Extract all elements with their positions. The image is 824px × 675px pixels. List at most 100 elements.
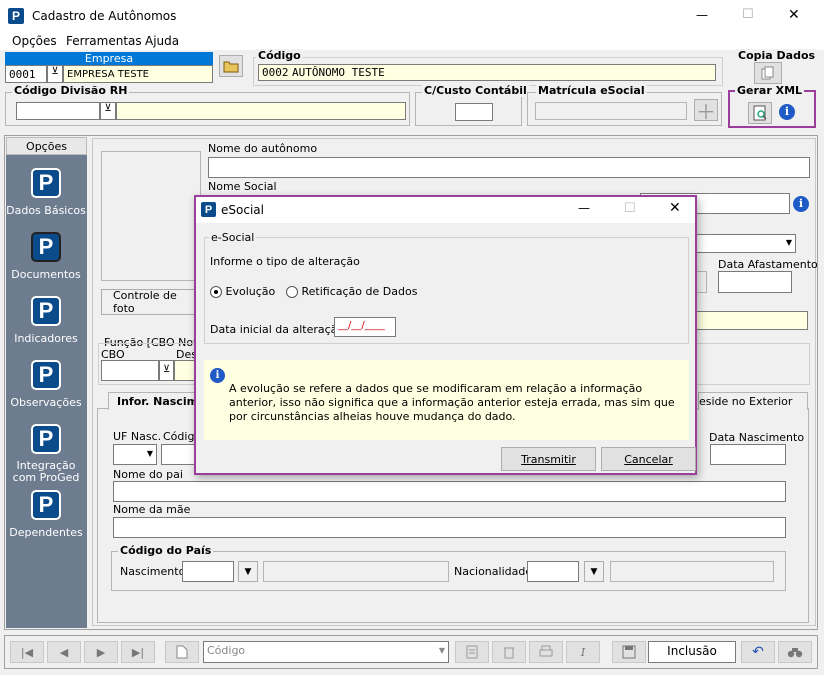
dialog-maximize-button[interactable]: ☐ [624, 201, 636, 216]
floppy-icon [622, 645, 636, 659]
menu-opcoes[interactable]: Opções [12, 34, 57, 48]
empresa-code-field[interactable]: 0001 [5, 65, 47, 83]
folder-icon [223, 61, 239, 73]
menu-ajuda[interactable]: Ajuda [145, 34, 179, 48]
find-button[interactable] [778, 641, 812, 663]
pais-label: Código do País [118, 544, 214, 557]
minimize-button[interactable]: — [696, 8, 708, 22]
nacionalidade-field[interactable] [527, 561, 579, 582]
dialog-minimize-button[interactable]: — [578, 201, 590, 215]
uf-label: UF Nasc. [113, 430, 162, 443]
controle-foto-button[interactable]: Controle de foto [101, 289, 201, 315]
nacionalidade-label: Nacionalidade [454, 565, 533, 578]
radio-selected-icon [210, 286, 222, 298]
search-code-field[interactable]: Código ▼ [203, 641, 449, 663]
proged-logo-icon: P [31, 168, 61, 198]
sidebar-item-documentos[interactable]: P Documentos [6, 232, 86, 281]
custo-label: C/Custo Contábil [422, 84, 529, 97]
chevron-down-icon: ▼ [785, 238, 792, 247]
register-icon [466, 645, 478, 659]
sidebar-item-dados-basicos[interactable]: P Dados Básicos [6, 168, 86, 217]
menu-bar: Opções Ferramentas Ajuda [0, 32, 824, 50]
sidebar-item-observacoes[interactable]: P Observações [6, 360, 86, 409]
next-record-button[interactable]: ▶ [84, 641, 118, 663]
maximize-button[interactable]: ☐ [742, 7, 754, 22]
copia-dados-button[interactable] [754, 62, 782, 84]
photo-box [101, 151, 201, 281]
divisao-rh-code-field[interactable] [16, 102, 100, 120]
register-button[interactable] [455, 641, 489, 663]
nome-social-info-icon[interactable]: i [793, 196, 809, 212]
save-button[interactable] [612, 641, 646, 663]
esocial-group-label: e-Social [209, 231, 257, 244]
cancel-button[interactable]: Cancelar [601, 447, 696, 471]
print-button[interactable] [529, 641, 563, 663]
date-input[interactable]: __/__/____ [334, 317, 396, 337]
dialog-prompt: Informe o tipo de alteração [210, 255, 360, 268]
pai-field[interactable] [113, 481, 786, 502]
nome-label: Nome do autônomo [208, 142, 318, 155]
matricula-label: Matrícula eSocial [536, 84, 647, 97]
sidebar-header: Opções [6, 137, 87, 155]
edit-button[interactable]: I [566, 641, 600, 663]
trash-icon [504, 647, 514, 659]
radio-retificacao[interactable]: Retificação de Dados [286, 285, 417, 298]
undo-button[interactable]: ↶ [741, 641, 775, 663]
prev-record-button[interactable]: ◀ [47, 641, 81, 663]
close-button[interactable]: ✕ [788, 7, 800, 23]
info-icon: i [210, 368, 225, 383]
last-record-button[interactable]: ▶| [121, 641, 155, 663]
radio-unselected-icon [286, 286, 298, 298]
proged-logo-icon: P [31, 490, 61, 520]
nome-social-label: Nome Social [208, 180, 277, 193]
proged-logo-icon: P [31, 232, 61, 262]
printer-icon [539, 645, 553, 657]
data-nascimento-label: Data Nascimento [709, 431, 805, 444]
data-nascimento-field[interactable] [710, 444, 786, 465]
pai-label: Nome do pai [113, 468, 183, 481]
xml-report-icon [753, 105, 767, 121]
new-document-button[interactable] [165, 641, 199, 663]
mae-field[interactable] [113, 517, 786, 538]
nome-field[interactable] [208, 157, 810, 178]
esocial-dialog: P eSocial — ☐ ✕ e-Social Informe o tipo … [194, 195, 697, 475]
gerar-xml-label: Gerar XML [735, 84, 805, 97]
chevron-down-icon: ▼ [438, 646, 445, 655]
nacionalidade-dropdown[interactable]: ▼ [584, 561, 604, 582]
situacao-select[interactable]: ▼ [690, 234, 796, 253]
info-text: A evolução se refere a dados que se modi… [229, 382, 675, 423]
cbo-lookup-icon[interactable]: ⊻ [159, 360, 174, 381]
sidebar-item-indicadores[interactable]: P Indicadores [6, 296, 86, 345]
dialog-title: eSocial [221, 203, 264, 217]
window-title: Cadastro de Autônomos [32, 9, 177, 23]
transmit-button[interactable]: Transmitir [501, 447, 596, 471]
pais-nascimento-field[interactable] [182, 561, 234, 582]
custo-field[interactable] [455, 103, 493, 121]
empresa-lookup-icon[interactable]: ⊻ [47, 65, 63, 83]
proged-logo-icon: P [31, 360, 61, 390]
add-matricula-button[interactable]: ＋ [694, 99, 718, 124]
tab-infor-nascimento[interactable]: Infor. Nascim [108, 392, 198, 410]
dialog-close-button[interactable]: ✕ [669, 200, 681, 216]
sidebar-item-dependentes[interactable]: P Dependentes [6, 490, 86, 539]
menu-ferramentas[interactable]: Ferramentas [66, 34, 142, 48]
open-folder-button[interactable] [219, 55, 243, 77]
pais-nascimento-dropdown[interactable]: ▼ [238, 561, 258, 582]
gerar-xml-button[interactable] [748, 102, 772, 124]
codigo-field[interactable]: 0002 AUTÔNOMO TESTE [258, 64, 716, 81]
yellow-field [690, 311, 808, 330]
divisao-rh-name-field [116, 102, 406, 120]
tab-reside-exterior[interactable]: eside no Exterior [698, 392, 808, 410]
uf-select[interactable]: ▼ [113, 444, 157, 465]
codigo-nasc-field[interactable] [161, 444, 197, 465]
radio-evolucao[interactable]: Evolução [210, 285, 275, 298]
data-afastamento-field[interactable] [718, 271, 792, 293]
info-icon[interactable]: i [779, 104, 795, 120]
trash-button[interactable] [492, 641, 526, 663]
chevron-down-icon: ▼ [590, 566, 598, 577]
divisao-rh-lookup-icon[interactable]: ⊻ [100, 102, 116, 120]
sidebar-item-integracao[interactable]: P Integração com ProGed [6, 424, 86, 484]
cbo-field[interactable] [101, 360, 159, 381]
chevron-down-icon: ▼ [146, 449, 153, 458]
first-record-button[interactable]: |◀ [10, 641, 44, 663]
